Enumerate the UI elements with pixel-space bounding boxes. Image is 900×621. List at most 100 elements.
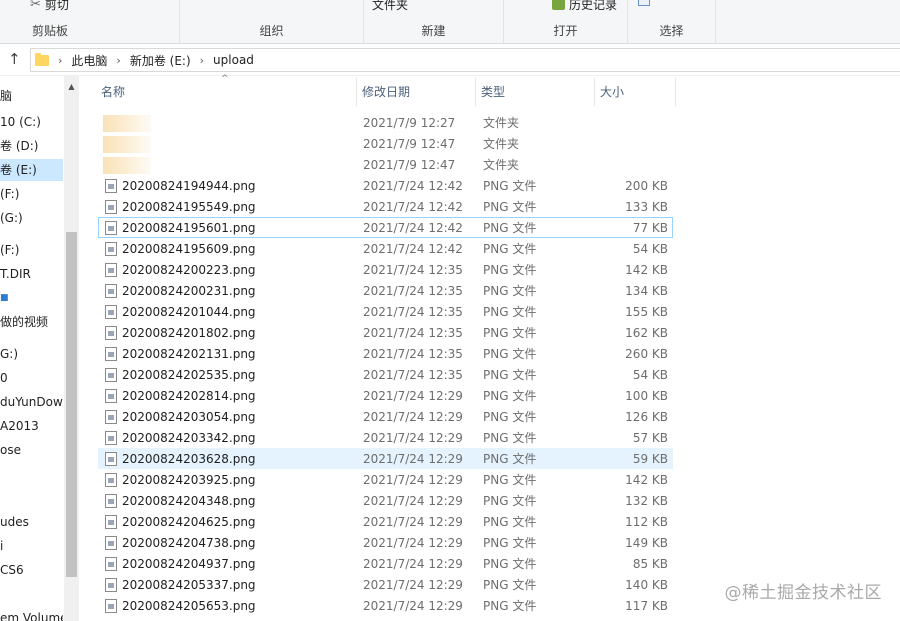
file-row[interactable]: 20200824205653.png 2021/7/24 12:29 PNG 文件 1… bbox=[98, 595, 673, 616]
file-row[interactable]: 20200824201802.png 2021/7/24 12:35 PNG 文件 1… bbox=[98, 322, 673, 343]
nav-item[interactable]: (F:) bbox=[0, 239, 63, 261]
organize-group: 组织 bbox=[180, 0, 364, 44]
image-file-icon bbox=[105, 221, 117, 235]
file-row[interactable]: 20200824200223.png 2021/7/24 12:35 PNG 文件 1… bbox=[98, 259, 673, 280]
file-row[interactable]: 20200824195609.png 2021/7/24 12:42 PNG 文件 5… bbox=[98, 238, 673, 259]
navigation-pane: 脑 10 (C:) 卷 (D:) 卷 (E:) (F:) (G:) (F:) T… bbox=[0, 76, 80, 621]
file-row[interactable]: 20200824202814.png 2021/7/24 12:29 PNG 文件 1… bbox=[98, 385, 673, 406]
file-row[interactable]: 20200824204348.png 2021/7/24 12:29 PNG 文件 1… bbox=[98, 490, 673, 511]
file-name: 20200824195549.png bbox=[122, 200, 256, 214]
nav-item-drive-g[interactable]: (G:) bbox=[0, 207, 63, 229]
file-row[interactable]: 20200824204625.png 2021/7/24 12:29 PNG 文件 1… bbox=[98, 511, 673, 532]
file-row[interactable]: 20200824194944.png 2021/7/24 12:42 PNG 文件 2… bbox=[98, 175, 673, 196]
file-type: PNG 文件 bbox=[483, 431, 537, 445]
file-row[interactable]: 20200824204738.png 2021/7/24 12:29 PNG 文件 1… bbox=[98, 532, 673, 553]
scroll-up-icon[interactable]: ▲ bbox=[64, 82, 79, 91]
crumb-this-pc[interactable]: 此电脑 bbox=[71, 52, 107, 69]
image-file-icon bbox=[105, 578, 117, 592]
up-arrow-icon[interactable]: ↑ bbox=[8, 50, 21, 68]
nav-item-drive-e[interactable]: 卷 (E:) bbox=[0, 159, 63, 181]
nav-item[interactable]: T.DIR bbox=[0, 263, 63, 285]
file-row[interactable]: 20200824202535.png 2021/7/24 12:35 PNG 文件 5… bbox=[98, 364, 673, 385]
nav-item[interactable]: A2013 bbox=[0, 415, 63, 437]
image-file-icon bbox=[105, 431, 117, 445]
image-file-icon bbox=[105, 179, 117, 193]
file-row[interactable]: 20200824203628.png 2021/7/24 12:29 PNG 文件 5… bbox=[98, 448, 673, 469]
folder-icon bbox=[103, 157, 151, 174]
nav-item[interactable]: i bbox=[0, 535, 63, 557]
file-row[interactable]: 20200824201044.png 2021/7/24 12:35 PNG 文件 1… bbox=[98, 301, 673, 322]
open-group: 历史记录 打开 bbox=[504, 0, 628, 44]
folder-row[interactable]: 2021/7/9 12:47 文件夹 bbox=[98, 133, 673, 154]
open-group-label: 打开 bbox=[553, 24, 578, 38]
new-group: 文件夹 新建 bbox=[364, 0, 504, 44]
folder-icon bbox=[103, 136, 151, 153]
history-button[interactable]: 历史记录 bbox=[552, 0, 617, 13]
nav-item[interactable]: G:) bbox=[0, 343, 63, 365]
file-type: PNG 文件 bbox=[483, 557, 537, 571]
image-file-icon bbox=[105, 263, 117, 277]
nav-item[interactable]: udes bbox=[0, 511, 63, 533]
file-name: 20200824201044.png bbox=[122, 305, 256, 319]
select-all-button[interactable] bbox=[638, 0, 650, 6]
nav-item[interactable]: ose bbox=[0, 439, 63, 461]
cut-button[interactable]: ✂ 剪切 bbox=[30, 0, 69, 13]
chevron-right-icon[interactable]: › bbox=[58, 54, 62, 67]
file-size: 54 KB bbox=[632, 368, 668, 382]
nav-item[interactable]: duYunDown bbox=[0, 391, 63, 413]
file-type: PNG 文件 bbox=[483, 263, 537, 277]
file-type: 文件夹 bbox=[483, 116, 520, 130]
file-name: 20200824202131.png bbox=[122, 347, 256, 361]
file-name: 20200824200223.png bbox=[122, 263, 256, 277]
scrollbar-thumb[interactable] bbox=[66, 232, 77, 577]
nav-item-drive-c[interactable]: 10 (C:) bbox=[0, 111, 63, 133]
folder-row[interactable]: 2021/7/9 12:47 文件夹 bbox=[98, 154, 673, 175]
file-size: 142 KB bbox=[625, 263, 668, 277]
file-size: 85 KB bbox=[632, 557, 668, 571]
column-header-date[interactable]: 修改日期 bbox=[357, 78, 476, 106]
history-icon bbox=[552, 0, 565, 10]
new-folder-button[interactable]: 文件夹 bbox=[372, 0, 408, 13]
file-row[interactable]: 20200824202131.png 2021/7/24 12:35 PNG 文件 2… bbox=[98, 343, 673, 364]
nav-item[interactable]: CS6 bbox=[0, 559, 63, 581]
image-file-icon bbox=[105, 599, 117, 613]
file-name: 20200824205653.png bbox=[122, 599, 256, 613]
file-row[interactable]: 20200824203054.png 2021/7/24 12:29 PNG 文件 1… bbox=[98, 406, 673, 427]
nav-item[interactable]: em Volume bbox=[0, 607, 63, 621]
chevron-right-icon[interactable]: › bbox=[200, 54, 204, 67]
image-file-icon bbox=[105, 389, 117, 403]
history-label: 历史记录 bbox=[569, 0, 618, 12]
crumb-drive-e[interactable]: 新加卷 (E:) bbox=[130, 52, 191, 69]
column-header-name[interactable]: 名称 bbox=[96, 78, 357, 106]
image-file-icon bbox=[105, 305, 117, 319]
folder-row[interactable]: 2021/7/9 12:27 文件夹 bbox=[98, 112, 673, 133]
file-row[interactable]: 20200824195549.png 2021/7/24 12:42 PNG 文件 1… bbox=[98, 196, 673, 217]
nav-item[interactable]: 0 bbox=[0, 367, 63, 389]
nav-item[interactable]: 脑 bbox=[0, 85, 63, 107]
nav-item[interactable]: 做的视频 bbox=[0, 311, 63, 333]
file-row[interactable]: 20200824205337.png 2021/7/24 12:29 PNG 文件 1… bbox=[98, 574, 673, 595]
nav-item-marker[interactable]: ■ bbox=[0, 287, 63, 309]
file-size: 200 KB bbox=[625, 179, 668, 193]
nav-item-drive-f[interactable]: (F:) bbox=[0, 183, 63, 205]
chevron-right-icon[interactable]: › bbox=[116, 54, 120, 67]
nav-item-drive-d[interactable]: 卷 (D:) bbox=[0, 135, 63, 157]
file-row[interactable]: 20200824195601.png 2021/7/24 12:42 PNG 文件 7… bbox=[98, 217, 673, 238]
column-header-type[interactable]: 类型 bbox=[476, 78, 595, 106]
file-row[interactable]: 20200824203342.png 2021/7/24 12:29 PNG 文件 5… bbox=[98, 427, 673, 448]
file-date: 2021/7/24 12:29 bbox=[363, 410, 463, 424]
crumb-upload[interactable]: upload bbox=[213, 53, 254, 67]
file-date: 2021/7/9 12:47 bbox=[363, 137, 456, 151]
breadcrumb[interactable]: › 此电脑 › 新加卷 (E:) › upload bbox=[30, 48, 900, 72]
file-row[interactable]: 20200824203925.png 2021/7/24 12:29 PNG 文件 1… bbox=[98, 469, 673, 490]
file-name: 20200824200231.png bbox=[122, 284, 256, 298]
column-header-size[interactable]: 大小 bbox=[595, 78, 676, 106]
image-file-icon bbox=[105, 494, 117, 508]
file-size: 126 KB bbox=[625, 410, 668, 424]
nav-scrollbar[interactable]: ▲ bbox=[64, 76, 79, 621]
file-type: 文件夹 bbox=[483, 137, 520, 151]
file-name: 20200824204348.png bbox=[122, 494, 256, 508]
file-row[interactable]: 20200824200231.png 2021/7/24 12:35 PNG 文件 1… bbox=[98, 280, 673, 301]
file-row[interactable]: 20200824204937.png 2021/7/24 12:29 PNG 文件 8… bbox=[98, 553, 673, 574]
file-name: 20200824204738.png bbox=[122, 536, 256, 550]
